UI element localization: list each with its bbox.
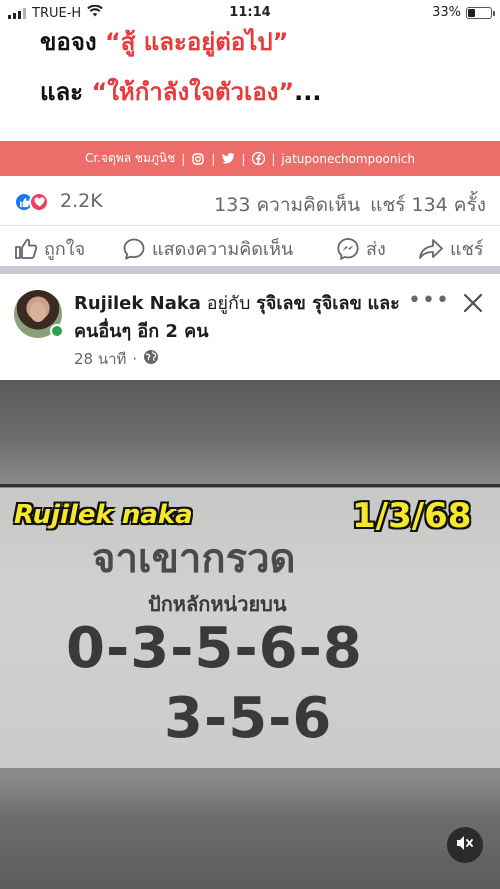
credit-handle: jatuponechompoonich — [281, 151, 416, 166]
tagged-friends[interactable]: รุจิเลข รุจิเลข — [256, 293, 362, 314]
headline-line-1: ขอจง “สู้ และอยู่ต่อไป” — [40, 22, 288, 61]
status-right: 33% — [432, 5, 495, 20]
post-meta: 28 นาที · — [74, 347, 159, 371]
more-options-button[interactable]: ••• — [408, 288, 450, 313]
mute-button[interactable] — [447, 827, 483, 863]
headline-1-black: ขอจง — [40, 28, 97, 56]
post-action-bar: ถูกใจ แสดงความคิดเห็น ส่ง แชร์ — [0, 226, 500, 266]
image-date: 1/3/68 — [352, 496, 472, 536]
comment-button[interactable]: แสดงความคิดเห็น — [122, 234, 293, 263]
reactions-summary[interactable]: 2.2K 133 ความคิดเห็น แชร์ 134 ครั้ง — [0, 176, 500, 226]
status-time: 11:14 — [229, 5, 271, 20]
reaction-count[interactable]: 2.2K — [60, 190, 103, 212]
battery-icon — [466, 6, 495, 19]
battery-percent: 33% — [432, 5, 461, 20]
post-image[interactable]: Rujilek naka 1/3/68 จาเขากรวด ปักหลักหน่… — [0, 380, 500, 889]
image-heading: จาเขากรวด — [92, 536, 296, 582]
post-stats: 133 ความคิดเห็น แชร์ 134 ครั้ง — [214, 190, 486, 220]
headline-2-black: และ — [40, 78, 84, 106]
with-text: อยู่กับ — [206, 293, 251, 314]
headline-line-2: และ “ให้กำลังใจตัวเอง”... — [40, 72, 322, 111]
comment-count[interactable]: 133 ความคิดเห็น — [214, 190, 360, 220]
credit-text: Cr.จตุพล ชมภูนิช — [84, 151, 176, 165]
close-icon[interactable] — [460, 290, 486, 316]
image-numbers-line-2: 3-5-6 — [164, 686, 333, 751]
like-button[interactable]: ถูกใจ — [14, 234, 85, 263]
image-numbers-line-1: 0-3-5-6-8 — [66, 616, 363, 681]
love-icon — [29, 192, 49, 212]
comment-bubble-icon — [122, 237, 146, 261]
twitter-icon — [221, 152, 235, 166]
headline-2-ellipsis: ... — [294, 78, 322, 106]
share-arrow-icon — [418, 238, 444, 260]
post-title: Rujilek Naka อยู่กับ รุจิเลข รุจิเลข และ… — [74, 290, 404, 346]
post-header: Rujilek Naka อยู่กับ รุจิเลข รุจิเลข และ… — [0, 274, 500, 380]
comment-label: แสดงความคิดเห็น — [152, 239, 294, 260]
instagram-icon — [191, 152, 205, 166]
feed-divider — [0, 266, 500, 274]
globe-icon — [143, 349, 159, 369]
author-name[interactable]: Rujilek Naka — [74, 293, 201, 314]
paper-edge — [0, 484, 500, 487]
speaker-muted-icon — [455, 834, 475, 856]
online-status-indicator — [50, 324, 64, 338]
headline-2-red: “ให้กำลังใจตัวเอง” — [91, 78, 295, 106]
headline-1-red: “สู้ และอยู่ต่อไป” — [104, 28, 289, 56]
credit-bar: Cr.จตุพล ชมภูนิช | | | | jatuponechompoo… — [0, 141, 500, 176]
previous-post-image[interactable]: ขอจง “สู้ และอยู่ต่อไป” และ “ให้กำลังใจต… — [0, 0, 500, 176]
reaction-icons — [14, 192, 49, 212]
thumbs-up-icon — [14, 238, 38, 260]
facebook-icon — [251, 152, 265, 166]
send-label: ส่ง — [366, 239, 386, 260]
messenger-icon — [336, 237, 360, 261]
status-bar: TRUE-H 11:14 33% — [0, 0, 500, 26]
like-label: ถูกใจ — [44, 239, 86, 260]
post-time[interactable]: 28 นาที — [74, 347, 126, 371]
send-button[interactable]: ส่ง — [336, 234, 386, 263]
share-count[interactable]: แชร์ 134 ครั้ง — [370, 190, 486, 220]
share-label: แชร์ — [450, 239, 484, 260]
share-button[interactable]: แชร์ — [418, 234, 484, 263]
